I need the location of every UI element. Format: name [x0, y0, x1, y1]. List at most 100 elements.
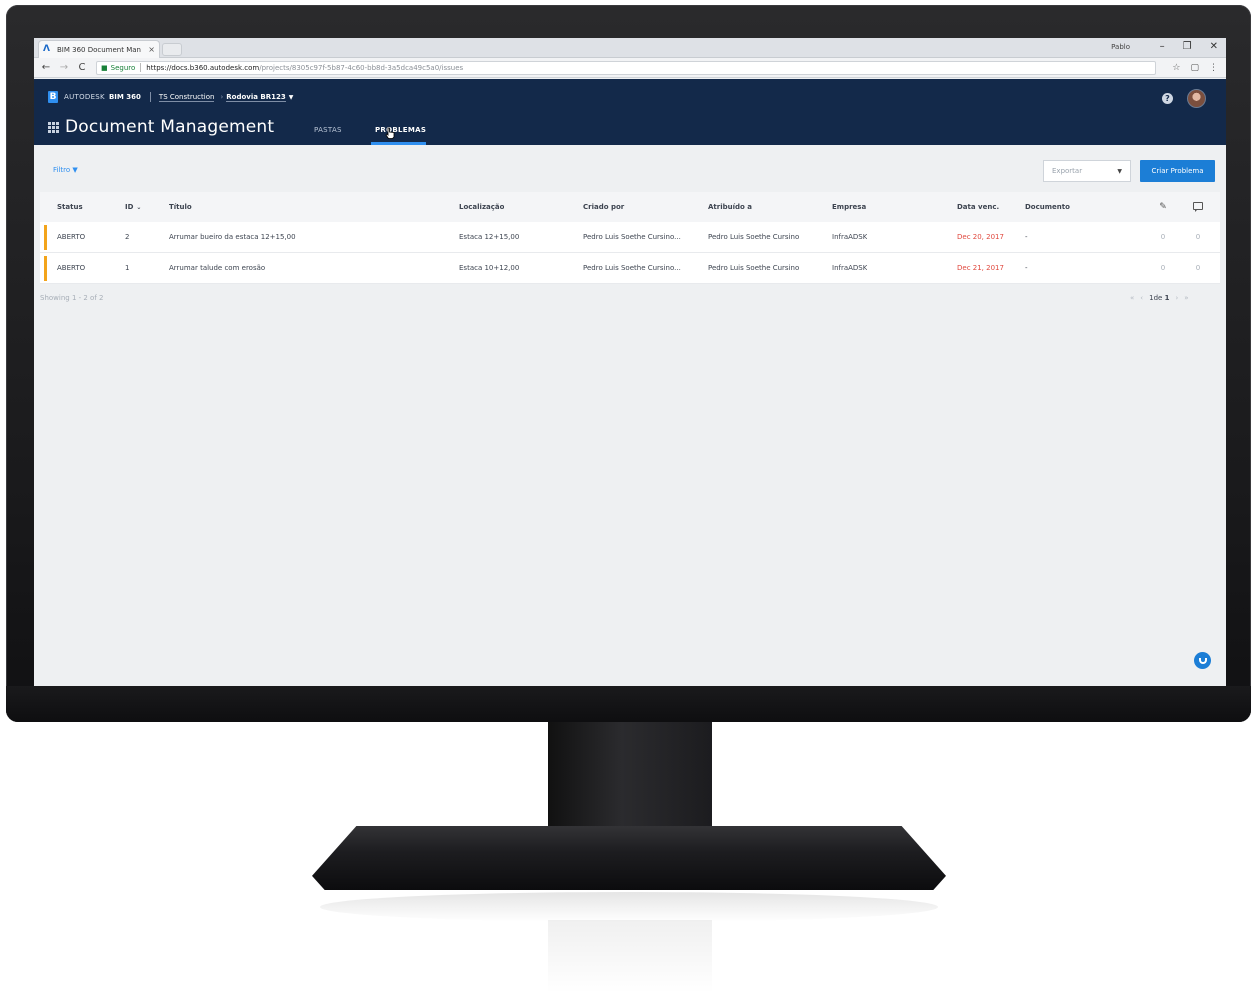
close-window-icon[interactable]: ✕	[1210, 41, 1218, 52]
autodesk-logo-icon: Λ	[43, 44, 50, 54]
bookmark-star-icon[interactable]: ☆	[1172, 63, 1180, 73]
browser-toolbar: ← → C ■ Seguro https://docs.b360.autodes…	[34, 58, 1226, 78]
hand-cursor-icon	[385, 127, 395, 139]
comment-icon[interactable]	[1192, 202, 1204, 212]
stand-reflection	[320, 892, 938, 922]
total-pages: 1	[1164, 294, 1170, 302]
next-page-icon[interactable]: ›	[1175, 294, 1178, 302]
table-header: Status ID ⌄ Título Localização Criado por…	[40, 192, 1220, 222]
screen: Λ BIM 360 Document Man × Pablo – ❐ ✕ ← →…	[34, 38, 1226, 686]
results-count: Showing 1 - 2 of 2	[40, 294, 104, 302]
issue-created-by: Pedro Luis Soethe Cursino...	[583, 233, 681, 241]
column-company[interactable]: Empresa	[832, 203, 866, 211]
issue-id: 1	[125, 264, 130, 272]
filter-dropdown[interactable]: Filtro ▼	[53, 166, 78, 174]
sort-down-icon: ⌄	[136, 204, 142, 211]
neck-reflection	[548, 920, 712, 994]
issue-due-date: Dec 20, 2017	[957, 233, 1004, 241]
issue-document: -	[1025, 264, 1028, 272]
column-id[interactable]: ID ⌄	[125, 203, 141, 211]
status-badge: ABERTO	[57, 264, 86, 272]
browser-actions: ☆ ▢ ⋮	[1172, 63, 1218, 73]
issue-due-date: Dec 21, 2017	[957, 264, 1004, 272]
restore-icon[interactable]: ❐	[1183, 41, 1192, 52]
attachment-count: 0	[1160, 264, 1166, 272]
create-issue-button[interactable]: Criar Problema	[1140, 160, 1215, 182]
issue-company: InfraADSK	[832, 233, 868, 241]
browser-tabstrip: Λ BIM 360 Document Man × Pablo – ❐ ✕	[34, 38, 1226, 58]
forward-arrow-icon[interactable]: →	[58, 62, 70, 73]
avatar[interactable]	[1187, 89, 1206, 108]
attachment-count: 0	[1160, 233, 1166, 241]
secure-label: Seguro	[110, 63, 136, 72]
column-document[interactable]: Documento	[1025, 203, 1070, 211]
browser-tab[interactable]: Λ BIM 360 Document Man ×	[38, 40, 160, 58]
issue-location: Estaca 10+12,00	[459, 264, 520, 272]
reload-icon[interactable]: C	[76, 62, 88, 73]
comment-count: 0	[1195, 264, 1201, 272]
new-tab-button[interactable]	[162, 43, 182, 56]
issue-created-by: Pedro Luis Soethe Cursino...	[583, 264, 681, 272]
caret-down-icon[interactable]: ▼	[289, 94, 294, 101]
status-indicator	[44, 225, 47, 250]
status-indicator	[44, 256, 47, 281]
tab-title: BIM 360 Document Man	[57, 45, 141, 54]
chevron-right-icon: ›	[220, 93, 224, 101]
issue-id: 2	[125, 233, 130, 241]
column-assigned-to[interactable]: Atribuído a	[708, 203, 752, 211]
app-grid-icon[interactable]	[48, 121, 59, 133]
caret-down-icon: ▼	[1117, 167, 1122, 175]
brand-row: B AUTODESK BIM 360 TS Construction › Rod…	[48, 91, 293, 103]
last-page-icon[interactable]: »	[1184, 294, 1188, 302]
column-id-label: ID	[125, 203, 134, 211]
issues-table: Status ID ⌄ Título Localização Criado por…	[40, 192, 1220, 284]
issue-title[interactable]: Arrumar talude com erosão	[169, 264, 265, 272]
issue-assigned-to: Pedro Luis Soethe Cursino	[708, 233, 800, 241]
issue-assigned-to: Pedro Luis Soethe Cursino	[708, 264, 800, 272]
back-arrow-icon[interactable]: ←	[40, 62, 52, 73]
browser-menu-icon[interactable]: ⋮	[1209, 63, 1218, 73]
page-indicator: 1de 1	[1149, 294, 1169, 302]
tab-pastas[interactable]: PASTAS	[314, 126, 342, 134]
column-title[interactable]: Título	[169, 203, 192, 211]
account-name[interactable]: TS Construction	[158, 93, 215, 102]
tab-close-icon[interactable]: ×	[148, 45, 155, 54]
page-of-label: de	[1153, 294, 1163, 302]
table-row[interactable]: ABERTO 1 Arrumar talude com erosão Estac…	[40, 253, 1220, 284]
chat-help-button[interactable]	[1194, 652, 1211, 669]
help-icon[interactable]: ?	[1162, 93, 1173, 104]
browser-user[interactable]: Pablo	[1111, 43, 1130, 51]
column-due-date[interactable]: Data venc.	[957, 203, 999, 211]
address-bar[interactable]: ■ Seguro https://docs.b360.autodesk.com …	[96, 60, 1156, 75]
issue-location: Estaca 12+15,00	[459, 233, 520, 241]
table-row[interactable]: ABERTO 2 Arrumar bueiro da estaca 12+15,…	[40, 222, 1220, 253]
project-selector[interactable]: Rodovia BR123	[226, 93, 286, 102]
brand-autodesk: AUTODESK	[64, 93, 105, 101]
tab-problemas[interactable]: PROBLEMAS	[375, 126, 426, 134]
prev-page-icon[interactable]: ‹	[1140, 294, 1143, 302]
active-tab-indicator	[371, 142, 426, 145]
status-badge: ABERTO	[57, 233, 86, 241]
chat-icon	[1198, 657, 1207, 664]
bim360-logo-icon: B	[48, 91, 58, 103]
export-select[interactable]: Exportar ▼	[1043, 160, 1131, 182]
monitor-stand-base	[312, 826, 946, 890]
app-header: B AUTODESK BIM 360 TS Construction › Rod…	[34, 79, 1226, 145]
column-location[interactable]: Localização	[459, 203, 504, 211]
first-page-icon[interactable]: «	[1130, 294, 1134, 302]
filter-label: Filtro	[53, 166, 71, 174]
column-created-by[interactable]: Criado por	[583, 203, 695, 211]
comment-count: 0	[1195, 233, 1201, 241]
issue-document: -	[1025, 233, 1028, 241]
paperclip-icon[interactable]: ✎	[1158, 202, 1168, 212]
extension-icon[interactable]: ▢	[1190, 63, 1199, 73]
brand-product: BIM 360	[108, 93, 141, 101]
address-divider	[140, 63, 142, 72]
caret-down-icon: ▼	[72, 166, 78, 174]
url-path: /projects/8305c97f-5b87-4c60-bb8d-3a5dca…	[259, 63, 464, 72]
lock-icon: ■	[101, 63, 108, 72]
issue-title[interactable]: Arrumar bueiro da estaca 12+15,00	[169, 233, 296, 241]
issue-company: InfraADSK	[832, 264, 868, 272]
column-status[interactable]: Status	[57, 203, 83, 211]
minimize-icon[interactable]: –	[1160, 41, 1165, 52]
